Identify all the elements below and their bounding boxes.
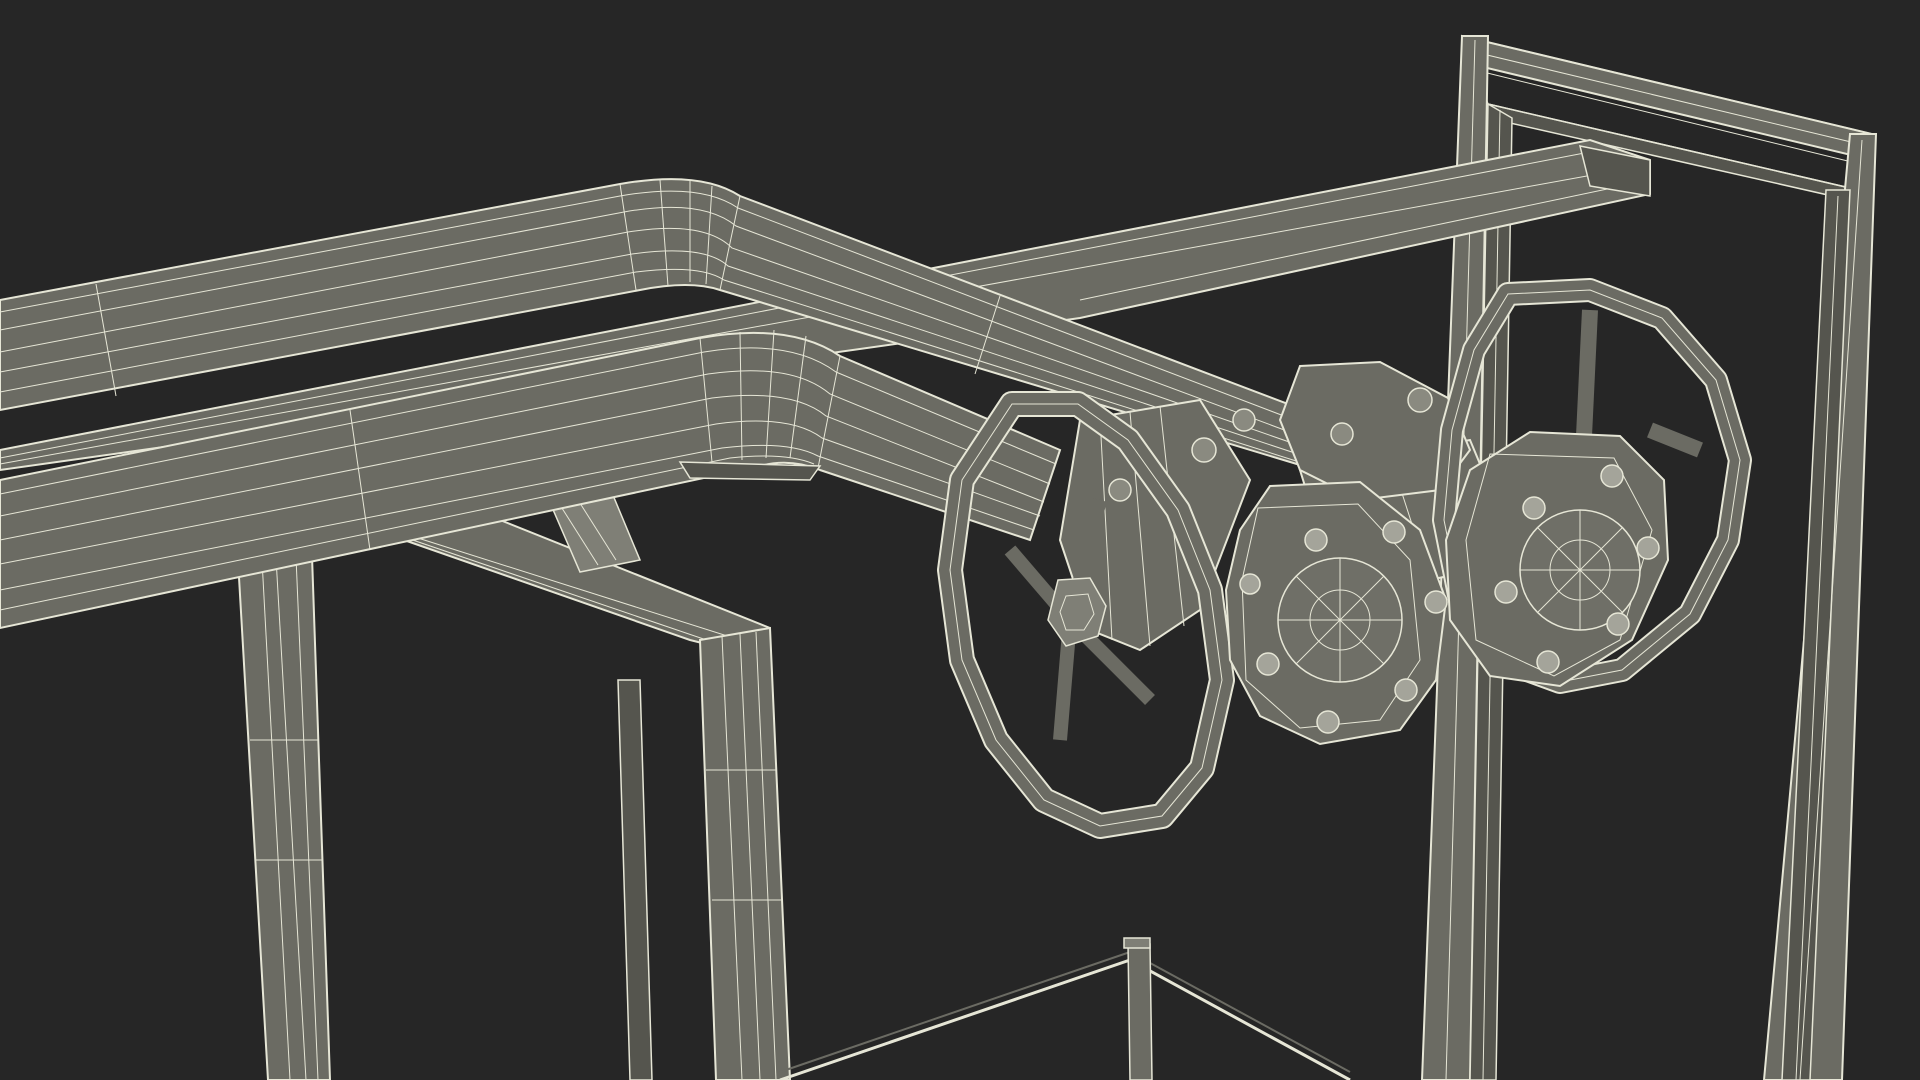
floor-rail [779, 937, 1351, 1080]
wireframe-pipe-scene [0, 34, 1878, 1080]
middle-frame [361, 487, 792, 1080]
3d-viewport[interactable] [0, 0, 1920, 1080]
left-frame [236, 554, 332, 1080]
